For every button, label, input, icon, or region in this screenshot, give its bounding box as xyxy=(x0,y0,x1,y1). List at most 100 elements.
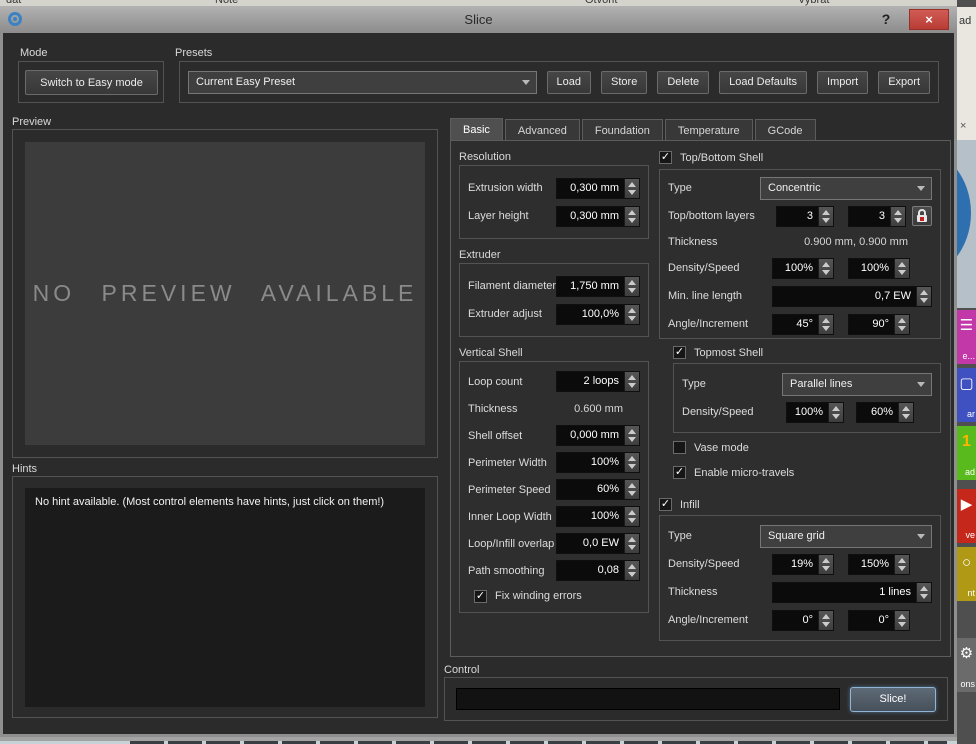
topmost-density-spinner[interactable]: 100% xyxy=(786,402,844,423)
close-button[interactable]: × xyxy=(909,9,949,30)
tbs-increment-spinner[interactable]: 90° xyxy=(848,314,910,335)
infill-density-spinner[interactable]: 19% xyxy=(772,554,834,575)
spinner-arrows[interactable] xyxy=(818,611,833,630)
spinner-arrows[interactable] xyxy=(818,207,833,226)
import-button[interactable]: Import xyxy=(817,71,868,94)
extruder-adjust-spinner[interactable]: 100,0% xyxy=(556,304,640,325)
tbs-density-spinner[interactable]: 100% xyxy=(772,258,834,279)
vase-mode-checkbox[interactable] xyxy=(673,441,686,454)
layer-height-spinner[interactable]: 0,300 mm xyxy=(556,206,640,227)
topmost-speed-spinner[interactable]: 60% xyxy=(856,402,914,423)
export-button[interactable]: Export xyxy=(878,71,930,94)
infill-checkbox[interactable]: ✓ xyxy=(659,498,672,511)
setting-row: Density/Speed 100% 100% xyxy=(668,254,932,282)
infill-angle-spinner[interactable]: 0° xyxy=(772,610,834,631)
loop-count-spinner[interactable]: 2 loops xyxy=(556,371,640,392)
infill-thickness-spinner[interactable]: 1 lines xyxy=(772,582,932,603)
tbs-type-dropdown[interactable]: Concentric xyxy=(760,177,932,200)
extrusion-width-spinner[interactable]: 0,300 mm xyxy=(556,178,640,199)
switch-easy-mode-button[interactable]: Switch to Easy mode xyxy=(25,70,158,95)
bg-toolbar-button-print[interactable]: ○ nt xyxy=(957,547,976,601)
spinner-arrows[interactable] xyxy=(916,287,931,306)
lock-icon[interactable] xyxy=(912,206,932,226)
mode-group: Switch to Easy mode xyxy=(18,61,164,103)
perimeter-width-spinner[interactable]: 100% xyxy=(556,452,640,473)
tab-temperature[interactable]: Temperature xyxy=(665,119,753,141)
spinner-arrows[interactable] xyxy=(828,403,843,422)
micro-travels-toggle[interactable]: ✓ Enable micro-travels xyxy=(673,466,794,479)
delete-button[interactable]: Delete xyxy=(657,71,709,94)
spinner-arrows[interactable] xyxy=(624,426,639,445)
bg-toolbar-button-options[interactable]: ⚙ ons xyxy=(957,638,976,692)
spinner-arrows[interactable] xyxy=(624,507,639,526)
tbs-thickness-readout: 0.900 mm, 0.900 mm xyxy=(804,236,908,248)
topmost-type-dropdown[interactable]: Parallel lines xyxy=(782,373,932,396)
spinner-arrows[interactable] xyxy=(916,583,931,602)
chevron-down-icon xyxy=(911,534,931,539)
bg-tab-close-icon[interactable]: × xyxy=(960,120,966,132)
load-button[interactable]: Load xyxy=(547,71,591,94)
tab-advanced[interactable]: Advanced xyxy=(505,119,580,141)
bg-toolbar-button-save[interactable]: ▶ ve xyxy=(957,489,976,543)
infill-speed-spinner[interactable]: 150% xyxy=(848,554,910,575)
bg-toolbar-button-load[interactable]: 1 ad xyxy=(957,426,976,480)
micro-travels-checkbox[interactable]: ✓ xyxy=(673,466,686,479)
spinner-arrows[interactable] xyxy=(624,534,639,553)
gear-icon: ⚙ xyxy=(957,646,976,661)
store-button[interactable]: Store xyxy=(601,71,647,94)
spinner-arrows[interactable] xyxy=(624,453,639,472)
topmost-shell-checkbox[interactable]: ✓ xyxy=(673,346,686,359)
fix-winding-errors-checkbox[interactable]: ✓ xyxy=(474,590,487,603)
loop-infill-overlap-spinner[interactable]: 0,0 EW xyxy=(556,533,640,554)
infill-type-dropdown[interactable]: Square grid xyxy=(760,525,932,548)
preset-dropdown[interactable]: Current Easy Preset xyxy=(188,71,537,94)
filament-diameter-spinner[interactable]: 1,750 mm xyxy=(556,276,640,297)
check-icon: ✓ xyxy=(675,347,684,358)
help-button[interactable]: ? xyxy=(877,11,895,29)
min-line-length-spinner[interactable]: 0,7 EW xyxy=(772,286,932,307)
top-layers-spinner[interactable]: 3 xyxy=(776,206,834,227)
tbs-speed-spinner[interactable]: 100% xyxy=(848,258,910,279)
spinner-arrows[interactable] xyxy=(894,555,909,574)
setting-row: Angle/Increment 0° 0° xyxy=(668,606,932,634)
spinner-arrows[interactable] xyxy=(624,561,639,580)
tab-foundation[interactable]: Foundation xyxy=(582,119,663,141)
spinner-arrows[interactable] xyxy=(624,480,639,499)
background-app-bottom-strip xyxy=(0,737,957,744)
spinner-arrows[interactable] xyxy=(818,555,833,574)
tab-gcode[interactable]: GCode xyxy=(755,119,816,141)
spinner-arrows[interactable] xyxy=(624,207,639,226)
fix-winding-errors-row[interactable]: ✓ Fix winding errors xyxy=(468,584,640,608)
infill-increment-spinner[interactable]: 0° xyxy=(848,610,910,631)
bg-toolbar-button-clear[interactable]: ▢ ar xyxy=(957,368,976,422)
spinner-arrows[interactable] xyxy=(894,315,909,334)
tab-basic[interactable]: Basic xyxy=(450,118,503,141)
setting-row: Loop/Infill overlap 0,0 EW xyxy=(468,530,640,557)
infill-toggle[interactable]: ✓ Infill xyxy=(659,498,700,511)
topmost-shell-toggle[interactable]: ✓ Topmost Shell xyxy=(673,346,763,359)
slice-button[interactable]: Slice! xyxy=(850,687,936,712)
titlebar[interactable]: Slice ? × xyxy=(0,6,957,33)
spinner-arrows[interactable] xyxy=(818,315,833,334)
tbs-angle-spinner[interactable]: 45° xyxy=(772,314,834,335)
spinner-arrows[interactable] xyxy=(624,305,639,324)
spinner-arrows[interactable] xyxy=(624,372,639,391)
load-defaults-button[interactable]: Load Defaults xyxy=(719,71,807,94)
vase-mode-toggle[interactable]: Vase mode xyxy=(673,441,749,454)
spinner-arrows[interactable] xyxy=(890,207,905,226)
shell-offset-spinner[interactable]: 0,000 mm xyxy=(556,425,640,446)
perimeter-speed-spinner[interactable]: 60% xyxy=(556,479,640,500)
bottom-layers-spinner[interactable]: 3 xyxy=(848,206,906,227)
top-bottom-shell-checkbox[interactable]: ✓ xyxy=(659,151,672,164)
spinner-arrows[interactable] xyxy=(894,611,909,630)
top-bottom-shell-toggle[interactable]: ✓ Top/Bottom Shell xyxy=(659,151,763,164)
spinner-arrows[interactable] xyxy=(894,259,909,278)
inner-loop-width-spinner[interactable]: 100% xyxy=(556,506,640,527)
setting-row: Density/Speed 19% 150% xyxy=(668,550,932,578)
spinner-arrows[interactable] xyxy=(818,259,833,278)
spinner-arrows[interactable] xyxy=(624,277,639,296)
path-smoothing-spinner[interactable]: 0,08 xyxy=(556,560,640,581)
bg-toolbar-button-list[interactable]: ☰ e... xyxy=(957,310,976,364)
spinner-arrows[interactable] xyxy=(898,403,913,422)
spinner-arrows[interactable] xyxy=(624,179,639,198)
